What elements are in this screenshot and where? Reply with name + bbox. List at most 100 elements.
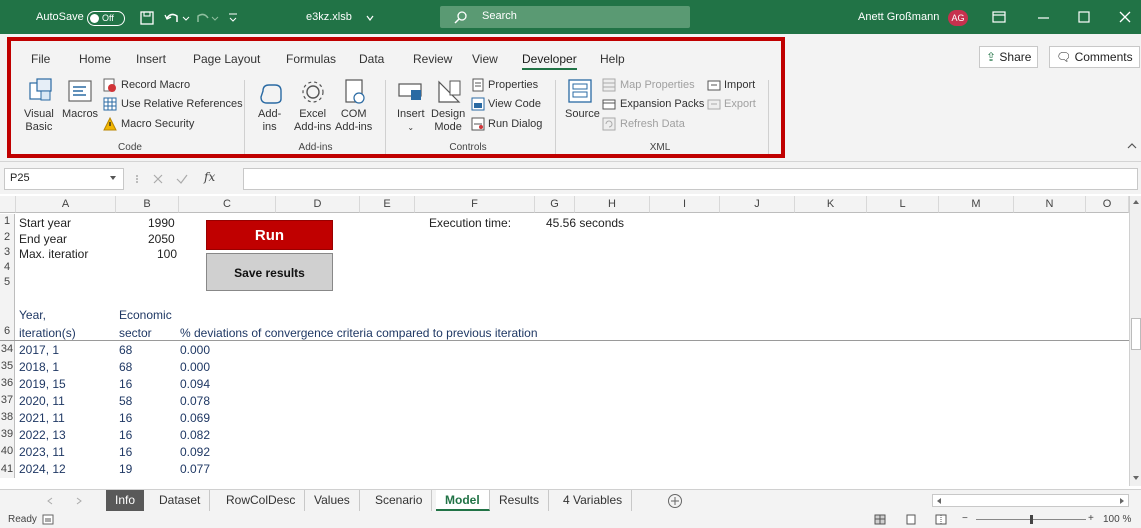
cell-b3[interactable]: 100: [157, 247, 177, 261]
ribbon-display-icon[interactable]: [992, 11, 1006, 23]
maximize-icon[interactable]: [1078, 11, 1090, 23]
save-results-button[interactable]: Save results: [206, 253, 333, 291]
column-header[interactable]: F: [415, 196, 535, 213]
row-header[interactable]: 3: [0, 245, 15, 260]
column-header[interactable]: J: [720, 196, 795, 213]
sheet-tab-model[interactable]: Model: [436, 490, 490, 511]
normal-view-icon[interactable]: [874, 514, 886, 525]
minimize-icon[interactable]: [1038, 16, 1050, 20]
customize-toolbar-icon[interactable]: [228, 12, 238, 24]
cell-year[interactable]: 2023, 11: [19, 445, 65, 459]
next-sheet-icon[interactable]: [75, 497, 83, 505]
formula-input[interactable]: [243, 168, 1138, 190]
cell-year[interactable]: 2021, 11: [19, 411, 65, 425]
cell-year[interactable]: 2017, 1: [19, 343, 59, 357]
column-header[interactable]: I: [650, 196, 720, 213]
row-header[interactable]: 37: [0, 392, 15, 409]
row-header[interactable]: 34: [0, 341, 15, 358]
scroll-left-icon[interactable]: [935, 497, 943, 505]
scroll-down-icon[interactable]: [1132, 474, 1140, 482]
cell-sector[interactable]: 68: [119, 343, 132, 357]
cell-sector[interactable]: 16: [119, 428, 132, 442]
autosave-toggle[interactable]: Off: [87, 11, 125, 26]
vertical-scrollbar[interactable]: [1129, 196, 1141, 486]
cell-b1[interactable]: 1990: [148, 216, 175, 230]
row-header[interactable]: 1: [0, 214, 15, 229]
zoom-in-icon[interactable]: +: [1088, 513, 1094, 524]
cell-year[interactable]: 2024, 12: [19, 462, 66, 476]
cell-deviation[interactable]: 0.077: [180, 462, 210, 476]
cell-deviation[interactable]: 0.092: [180, 445, 210, 459]
comments-button[interactable]: 🗨 Comments: [1049, 46, 1140, 68]
run-button[interactable]: Run: [206, 220, 333, 250]
select-all-corner[interactable]: [0, 196, 16, 213]
cell-a1[interactable]: Start year: [19, 216, 71, 230]
sheet-tab-values[interactable]: Values: [305, 490, 360, 511]
column-header[interactable]: C: [179, 196, 276, 213]
cell-deviation[interactable]: 0.000: [180, 360, 210, 374]
collapse-ribbon-icon[interactable]: [1127, 142, 1137, 150]
name-box[interactable]: P25: [4, 168, 124, 190]
sheet-tab-results[interactable]: Results: [490, 490, 550, 511]
macro-recording-icon[interactable]: [42, 514, 54, 525]
redo-icon[interactable]: [196, 10, 224, 26]
vertical-scroll-thumb[interactable]: [1131, 318, 1141, 350]
scroll-up-icon[interactable]: [1132, 198, 1140, 206]
sheet-tab-info[interactable]: Info: [106, 490, 145, 511]
cancel-icon[interactable]: [152, 173, 164, 185]
column-header[interactable]: D: [276, 196, 360, 213]
new-sheet-icon[interactable]: [667, 493, 683, 509]
cell-b2[interactable]: 2050: [148, 232, 175, 246]
prev-sheet-icon[interactable]: [46, 497, 54, 505]
cell-sector[interactable]: 16: [119, 445, 132, 459]
column-header[interactable]: B: [116, 196, 179, 213]
share-button[interactable]: ⇪ Share: [979, 46, 1039, 68]
cell-a6[interactable]: iteration(s): [19, 326, 76, 340]
cell-c6[interactable]: % deviations of convergence criteria com…: [180, 326, 538, 340]
undo-icon[interactable]: [163, 10, 191, 26]
row-header[interactable]: 2: [0, 229, 15, 245]
cell-sector[interactable]: 16: [119, 377, 132, 391]
cell-sector[interactable]: 19: [119, 462, 132, 476]
cell-deviation[interactable]: 0.094: [180, 377, 210, 391]
sheet-tab-scenario[interactable]: Scenario: [366, 490, 433, 511]
close-icon[interactable]: [1119, 11, 1131, 23]
column-header[interactable]: K: [795, 196, 867, 213]
cell-g1[interactable]: 45.56 seconds: [546, 216, 624, 230]
column-header[interactable]: G: [535, 196, 575, 213]
enter-icon[interactable]: [176, 173, 188, 185]
row-header[interactable]: 41: [0, 460, 15, 478]
page-layout-view-icon[interactable]: [905, 514, 917, 525]
cell-year[interactable]: 2022, 13: [19, 428, 66, 442]
horizontal-scrollbar[interactable]: [932, 494, 1129, 507]
cell-a2[interactable]: End year: [19, 232, 67, 246]
column-header[interactable]: A: [16, 196, 116, 213]
column-header[interactable]: L: [867, 196, 939, 213]
avatar[interactable]: AG: [948, 10, 968, 26]
row-header[interactable]: 35: [0, 358, 15, 375]
search-box[interactable]: Search: [440, 6, 690, 28]
cell-sector[interactable]: 16: [119, 411, 132, 425]
scroll-right-icon[interactable]: [1118, 497, 1126, 505]
column-header[interactable]: N: [1014, 196, 1086, 213]
sheet-tab-4-variables[interactable]: 4 Variables: [554, 490, 633, 511]
cell-deviation[interactable]: 0.078: [180, 394, 210, 408]
cell-year[interactable]: 2019, 15: [19, 377, 66, 391]
insert-function-icon[interactable]: fx: [204, 170, 215, 184]
cell-a5[interactable]: Year,: [19, 308, 46, 322]
cell-f1[interactable]: Execution time:: [429, 216, 511, 230]
row-header[interactable]: 39: [0, 426, 15, 443]
zoom-slider-handle[interactable]: [1030, 515, 1033, 524]
worksheet-grid[interactable]: A B C D E F G H I J K L M N O 1 2 3 4 5 …: [0, 196, 1141, 486]
cell-sector[interactable]: 68: [119, 360, 132, 374]
cell-b6[interactable]: sector: [119, 326, 152, 340]
filename-chevron-icon[interactable]: [366, 14, 374, 22]
save-icon[interactable]: [139, 10, 155, 26]
cell-year[interactable]: 2020, 11: [19, 394, 65, 408]
row-header[interactable]: 40: [0, 443, 15, 460]
row-header[interactable]: 6: [0, 290, 15, 340]
zoom-out-icon[interactable]: −: [962, 513, 968, 524]
column-header[interactable]: E: [360, 196, 415, 213]
page-break-view-icon[interactable]: [935, 514, 947, 525]
cell-b5[interactable]: Economic: [119, 308, 172, 322]
